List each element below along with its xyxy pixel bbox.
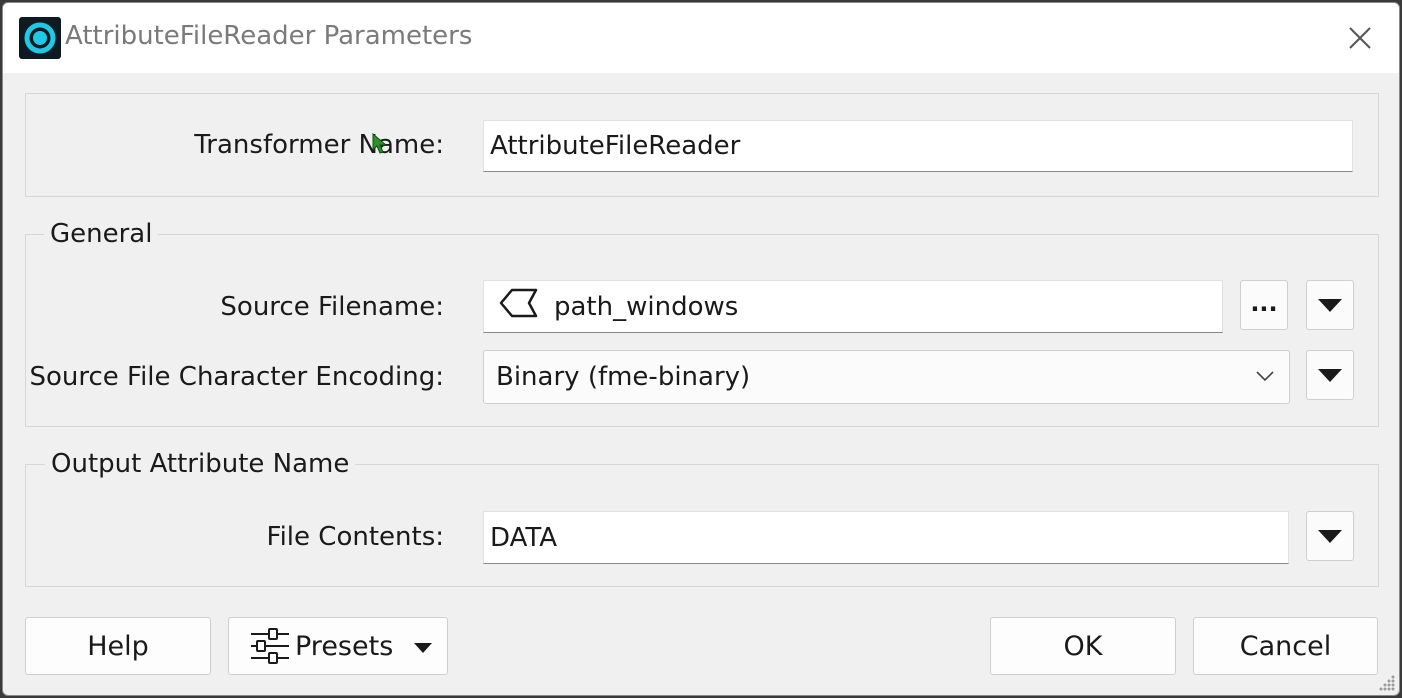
resize-grip-icon[interactable] [1377, 673, 1397, 693]
encoding-select[interactable]: Binary (fme-binary) [483, 350, 1290, 404]
source-filename-menu-button[interactable] [1306, 280, 1354, 330]
browse-button[interactable]: ... [1240, 280, 1288, 330]
triangle-down-icon [1318, 530, 1342, 543]
encoding-label: Source File Character Encoding: [29, 362, 444, 392]
chevron-down-icon [1256, 371, 1274, 382]
transformer-name-label: Transformer Name: [194, 130, 444, 160]
triangle-down-icon [1318, 299, 1342, 312]
file-contents-input[interactable]: DATA [483, 511, 1289, 564]
cancel-button[interactable]: Cancel [1193, 617, 1378, 675]
browse-button-label: ... [1250, 289, 1278, 317]
presets-button-label: Presets [295, 630, 394, 662]
attribute-icon [498, 287, 540, 326]
sliders-icon [251, 628, 289, 664]
transformer-name-input[interactable]: AttributeFileReader [483, 120, 1353, 172]
mouse-cursor-icon [372, 133, 388, 154]
cancel-button-label: Cancel [1239, 630, 1332, 662]
transformer-group: Transformer Name: AttributeFileReader [25, 93, 1379, 197]
source-filename-input[interactable]: path_windows [483, 280, 1223, 333]
ok-button-label: OK [1063, 630, 1103, 662]
encoding-menu-button[interactable] [1306, 350, 1354, 400]
help-button[interactable]: Help [25, 617, 211, 675]
close-icon [1349, 27, 1371, 49]
presets-button[interactable]: Presets [228, 617, 448, 675]
triangle-down-icon [1318, 369, 1342, 382]
app-icon [19, 17, 61, 59]
close-button[interactable] [1343, 21, 1377, 55]
source-filename-label: Source Filename: [220, 292, 444, 322]
encoding-select-value: Binary (fme-binary) [496, 362, 751, 392]
source-filename-value: path_windows [554, 291, 739, 322]
file-contents-label: File Contents: [266, 522, 444, 552]
help-button-label: Help [87, 630, 149, 662]
output-group-title: Output Attribute Name [45, 449, 356, 479]
triangle-down-icon [414, 643, 432, 653]
title-bar: AttributeFileReader Parameters [3, 3, 1399, 73]
file-contents-menu-button[interactable] [1306, 511, 1354, 561]
general-group: General Source Filename: path_windows ..… [25, 219, 1379, 427]
window-title: AttributeFileReader Parameters [65, 21, 473, 51]
dialog-window: AttributeFileReader Parameters Transform… [2, 2, 1400, 696]
ok-button[interactable]: OK [990, 617, 1176, 675]
output-group: Output Attribute Name File Contents: DAT… [25, 449, 1379, 587]
general-group-title: General [44, 219, 159, 249]
